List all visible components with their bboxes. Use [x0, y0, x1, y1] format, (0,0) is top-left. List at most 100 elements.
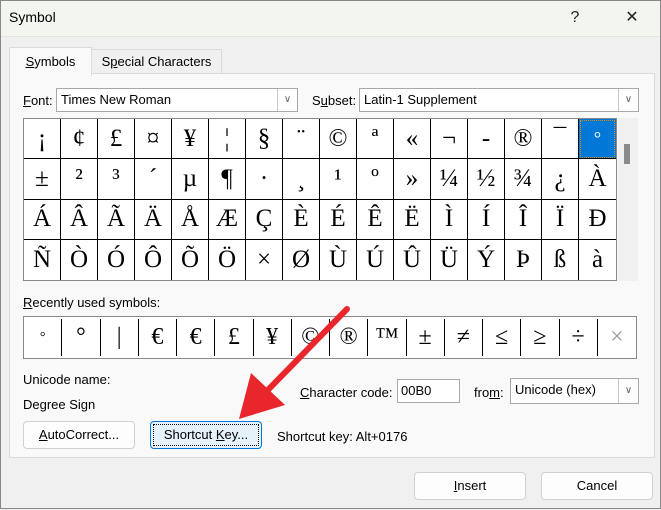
- symbol-cell[interactable]: Í: [468, 199, 505, 240]
- symbol-cell[interactable]: ¨: [283, 119, 320, 160]
- symbol-cell[interactable]: ¹: [320, 159, 357, 200]
- symbol-cell[interactable]: µ: [172, 159, 209, 200]
- recent-symbol-cell[interactable]: ≤: [483, 319, 522, 356]
- symbol-cell[interactable]: Ö: [209, 239, 246, 280]
- symbol-cell[interactable]: ¥: [172, 119, 209, 160]
- recent-symbol-cell[interactable]: ≥: [521, 319, 560, 356]
- insert-button[interactable]: Insert: [414, 472, 526, 500]
- symbol-cell[interactable]: ¡: [24, 119, 61, 160]
- symbol-grid-scrollbar[interactable]: [618, 118, 638, 281]
- character-code-input[interactable]: 00B0: [397, 379, 460, 403]
- symbol-cell[interactable]: ¬: [431, 119, 468, 160]
- symbol-cell[interactable]: Á: [24, 199, 61, 240]
- symbol-cell[interactable]: Ã: [98, 199, 135, 240]
- symbol-cell[interactable]: ²: [61, 159, 98, 200]
- recent-symbol-cell[interactable]: ®: [330, 319, 369, 356]
- symbol-cell[interactable]: ×: [246, 239, 283, 280]
- symbol-cell[interactable]: Ù: [320, 239, 357, 280]
- autocorrect-button[interactable]: AutoCorrect...: [23, 421, 135, 449]
- recent-symbol-cell[interactable]: °: [62, 319, 101, 356]
- symbol-cell[interactable]: Ý: [468, 239, 505, 280]
- symbol-cell[interactable]: ±: [24, 159, 61, 200]
- symbol-cell[interactable]: ®: [505, 119, 542, 160]
- symbol-cell[interactable]: £: [98, 119, 135, 160]
- symbol-cell[interactable]: °: [579, 119, 616, 160]
- symbol-cell[interactable]: À: [579, 159, 616, 200]
- recent-symbol-cell[interactable]: £: [215, 319, 254, 356]
- symbol-cell[interactable]: Ü: [431, 239, 468, 280]
- chevron-down-icon[interactable]: ∨: [618, 89, 638, 111]
- recent-symbol-cell[interactable]: ×: [598, 319, 636, 356]
- subset-select[interactable]: Latin-1 Supplement ∨: [359, 88, 639, 112]
- recent-symbol-cell[interactable]: ±: [407, 319, 445, 356]
- symbol-cell[interactable]: ¦: [209, 119, 246, 160]
- symbol-cell[interactable]: ¯: [542, 119, 579, 160]
- symbol-cell[interactable]: ß: [542, 239, 579, 280]
- symbol-cell[interactable]: Â: [61, 199, 98, 240]
- symbol-cell[interactable]: Ð: [579, 200, 616, 240]
- symbol-cell[interactable]: ª: [357, 119, 394, 160]
- symbol-cell[interactable]: Ô: [135, 239, 172, 280]
- symbol-cell[interactable]: Õ: [172, 239, 209, 280]
- recent-symbol-cell[interactable]: ©: [292, 319, 330, 356]
- symbol-cell[interactable]: à: [579, 240, 616, 280]
- close-button[interactable]: ✕: [617, 5, 647, 31]
- from-select[interactable]: Unicode (hex) ∨: [510, 378, 639, 404]
- tab-special-characters[interactable]: Special Characters: [91, 49, 222, 74]
- symbol-cell[interactable]: Ê: [357, 199, 394, 240]
- symbol-cell[interactable]: É: [320, 199, 357, 240]
- cancel-button[interactable]: Cancel: [541, 472, 653, 500]
- symbol-cell[interactable]: ¢: [61, 119, 98, 160]
- symbol-cell[interactable]: ¾: [505, 159, 542, 200]
- symbol-cell[interactable]: Ë: [394, 199, 431, 240]
- recent-symbol-cell[interactable]: ™: [368, 319, 407, 356]
- symbol-cell[interactable]: ¸: [283, 159, 320, 200]
- shortcut-key-button[interactable]: Shortcut Key...: [150, 421, 262, 449]
- symbol-cell[interactable]: Ú: [357, 239, 394, 280]
- symbol-cell[interactable]: Þ: [505, 239, 542, 280]
- symbol-cell[interactable]: ´: [135, 159, 172, 200]
- tab-symbols[interactable]: Symbols: [9, 47, 92, 76]
- symbol-cell[interactable]: Î: [505, 199, 542, 240]
- symbol-cell[interactable]: »: [394, 159, 431, 200]
- recent-symbol-cell[interactable]: ≠: [445, 319, 483, 356]
- symbol-cell[interactable]: Ï: [542, 199, 579, 240]
- symbol-cell[interactable]: ¶: [209, 159, 246, 200]
- scrollbar-thumb[interactable]: [624, 144, 630, 164]
- recent-symbol-cell[interactable]: €: [177, 319, 216, 356]
- recent-symbols-grid[interactable]: ° ° | € € £ ¥ © ® ™ ± ≠ ≤ ≥ ÷ ×: [23, 316, 637, 359]
- symbol-cell[interactable]: Ñ: [24, 239, 61, 280]
- symbol-cell[interactable]: Æ: [209, 199, 246, 240]
- symbol-cell[interactable]: º: [357, 159, 394, 200]
- symbol-cell[interactable]: ©: [320, 119, 357, 160]
- font-select[interactable]: Times New Roman ∨: [56, 88, 298, 112]
- symbol-cell[interactable]: ½: [468, 159, 505, 200]
- symbol-grid[interactable]: ¡ ¢ £ ¤ ¥ ¦ § ¨ © ª «¬ - ® ¯ ° ± ² ³ ´ µ ¶ · ¸ ¹ º» ¼ ½ ¾ ¿ À Á Â Ã Ä Å Æ Ç È…: [23, 118, 617, 281]
- symbol-cell[interactable]: «: [394, 119, 431, 160]
- symbol-cell[interactable]: Ø: [283, 239, 320, 280]
- recent-symbol-cell[interactable]: ¥: [254, 319, 292, 356]
- symbol-cell[interactable]: ¼: [431, 159, 468, 200]
- symbol-cell[interactable]: §: [246, 119, 283, 160]
- unicode-name-label: Unicode name:: [23, 372, 111, 387]
- help-button[interactable]: ?: [560, 5, 590, 31]
- symbol-cell[interactable]: Ò: [61, 239, 98, 280]
- symbol-cell[interactable]: ·: [246, 159, 283, 200]
- symbol-cell[interactable]: Å: [172, 199, 209, 240]
- recent-symbol-cell[interactable]: ÷: [560, 319, 598, 356]
- symbol-cell[interactable]: ¤: [135, 119, 172, 160]
- symbol-cell[interactable]: Ì: [431, 199, 468, 240]
- recent-symbol-cell[interactable]: €: [139, 319, 177, 356]
- chevron-down-icon[interactable]: ∨: [277, 89, 297, 111]
- symbol-cell[interactable]: Ó: [98, 239, 135, 280]
- chevron-down-icon[interactable]: ∨: [618, 379, 638, 403]
- symbol-cell[interactable]: Û: [394, 239, 431, 280]
- symbol-cell[interactable]: ³: [98, 159, 135, 200]
- symbol-cell[interactable]: ¿: [542, 159, 579, 200]
- symbol-cell[interactable]: Ç: [246, 199, 283, 240]
- symbol-cell[interactable]: Ä: [135, 199, 172, 240]
- recent-symbol-cell[interactable]: °: [24, 319, 63, 356]
- symbol-cell[interactable]: È: [283, 199, 320, 240]
- symbol-cell[interactable]: -: [468, 119, 505, 160]
- recent-symbol-cell[interactable]: |: [101, 319, 139, 356]
